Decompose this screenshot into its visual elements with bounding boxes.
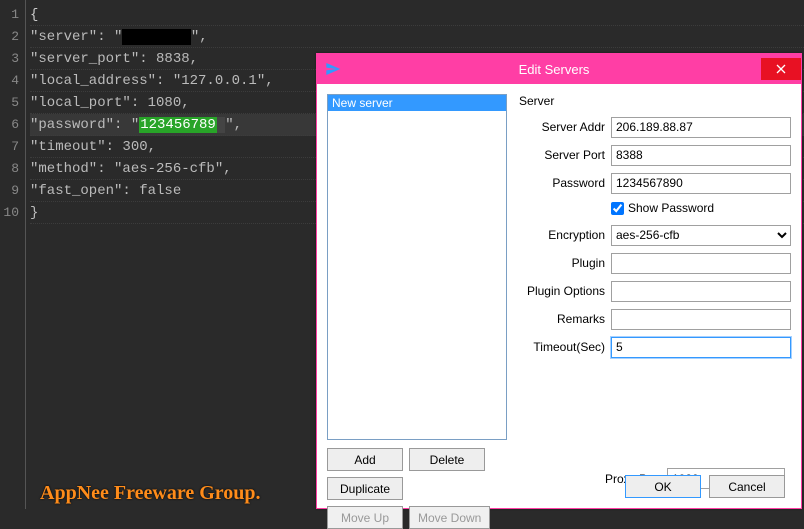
show-password-label: Show Password (628, 201, 714, 215)
timeout-label: Timeout(Sec) (517, 340, 605, 354)
close-button[interactable] (761, 58, 801, 80)
list-item[interactable]: New server (328, 95, 506, 111)
password-highlight: 123456789 (139, 117, 217, 133)
remarks-label: Remarks (517, 312, 605, 326)
group-label: Server (519, 94, 791, 108)
servers-listbox[interactable]: New server (327, 94, 507, 440)
edit-servers-dialog: Edit Servers New server Server Server Ad… (316, 53, 802, 509)
add-button[interactable]: Add (327, 448, 403, 471)
encryption-select[interactable]: aes-256-cfb (611, 225, 791, 246)
server-port-label: Server Port (517, 148, 605, 162)
server-port-input[interactable] (611, 145, 791, 166)
move-down-button[interactable]: Move Down (409, 506, 490, 529)
titlebar[interactable]: Edit Servers (317, 54, 801, 84)
app-icon (325, 61, 341, 77)
cancel-button[interactable]: Cancel (709, 475, 785, 498)
timeout-input[interactable] (611, 337, 791, 358)
plugin-input[interactable] (611, 253, 791, 274)
password-input[interactable] (611, 173, 791, 194)
dialog-title: Edit Servers (347, 62, 761, 77)
watermark: AppNee Freeware Group. (40, 482, 261, 505)
redacted-text: x (122, 29, 190, 45)
remarks-input[interactable] (611, 309, 791, 330)
server-addr-input[interactable] (611, 117, 791, 138)
delete-button[interactable]: Delete (409, 448, 485, 471)
password-label: Password (517, 176, 605, 190)
plugin-options-label: Plugin Options (517, 284, 605, 298)
plugin-options-input[interactable] (611, 281, 791, 302)
plugin-label: Plugin (517, 256, 605, 270)
code-line: "server": "x", (30, 26, 804, 48)
encryption-label: Encryption (517, 228, 605, 242)
gutter: 12345678910 (0, 0, 26, 509)
move-up-button[interactable]: Move Up (327, 506, 403, 529)
server-fields-group: Server Server Addr Server Port Password … (517, 94, 791, 444)
ok-button[interactable]: OK (625, 475, 701, 498)
close-icon (776, 64, 786, 74)
code-line: { (30, 4, 804, 26)
show-password-checkbox[interactable] (611, 202, 624, 215)
duplicate-button[interactable]: Duplicate (327, 477, 403, 500)
server-addr-label: Server Addr (517, 120, 605, 134)
